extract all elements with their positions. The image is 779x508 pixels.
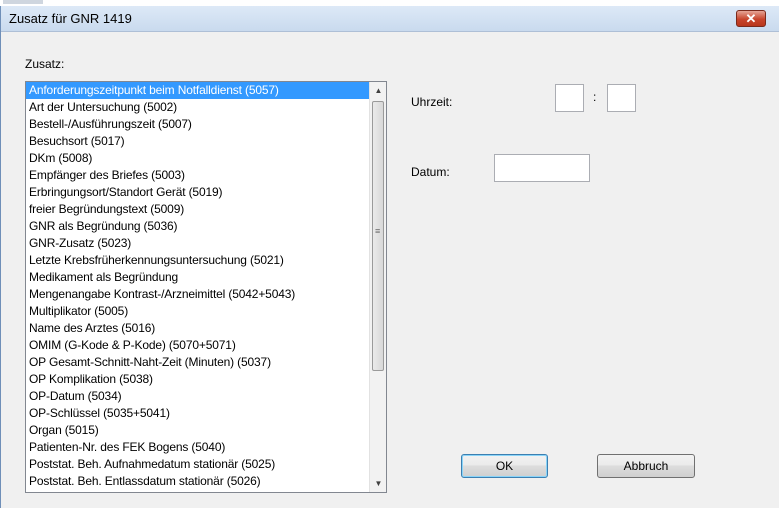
list-item[interactable]: Bestell-/Ausführungszeit (5007) [26, 116, 369, 133]
zusatz-label: Zusatz: [25, 57, 65, 71]
list-item[interactable]: OMIM (G-Kode & P-Kode) (5070+5071) [26, 337, 369, 354]
background-window-text [3, 0, 43, 4]
close-icon: ✕ [745, 11, 757, 26]
list-item[interactable]: Anforderungszeitpunkt beim Notfalldienst… [26, 82, 369, 99]
list-item[interactable]: DKm (5008) [26, 150, 369, 167]
zusatz-listbox[interactable]: Anforderungszeitpunkt beim Notfalldienst… [25, 81, 387, 493]
datum-label: Datum: [411, 165, 450, 179]
datum-input[interactable] [494, 154, 590, 182]
list-item[interactable]: Letzte Krebsfrüherkennungsuntersuchung (… [26, 252, 369, 269]
vertical-scrollbar[interactable]: ▲ ≡ ▼ [369, 82, 386, 492]
zusatz-dialog: Zusatz für GNR 1419 ✕ Zusatz: Anforderun… [0, 6, 779, 508]
dialog-title: Zusatz für GNR 1419 [9, 11, 132, 26]
close-button[interactable]: ✕ [736, 10, 766, 27]
uhrzeit-minutes-input[interactable] [607, 84, 636, 112]
list-item[interactable]: Multiplikator (5005) [26, 303, 369, 320]
list-item[interactable]: OP-Datum (5034) [26, 388, 369, 405]
scrollbar-thumb[interactable]: ≡ [372, 101, 384, 371]
list-item[interactable]: Organ (5015) [26, 422, 369, 439]
list-item[interactable]: Poststat. Beh. Aufnahmedatum stationär (… [26, 456, 369, 473]
list-item[interactable]: Empfänger des Briefes (5003) [26, 167, 369, 184]
list-item[interactable]: GNR als Begründung (5036) [26, 218, 369, 235]
ok-button[interactable]: OK [461, 454, 548, 478]
list-item[interactable]: OP-Schlüssel (5035+5041) [26, 405, 369, 422]
list-item[interactable]: OP Komplikation (5038) [26, 371, 369, 388]
scroll-down-arrow-icon[interactable]: ▼ [370, 475, 386, 492]
list-item[interactable]: freier Begründungstext (5009) [26, 201, 369, 218]
list-item[interactable]: GNR-Zusatz (5023) [26, 235, 369, 252]
scroll-up-arrow-icon[interactable]: ▲ [370, 82, 386, 99]
list-item[interactable]: OP Gesamt-Schnitt-Naht-Zeit (Minuten) (5… [26, 354, 369, 371]
list-item[interactable]: Poststat. Beh. Entlassdatum stationär (5… [26, 473, 369, 490]
uhrzeit-hours-input[interactable] [555, 84, 584, 112]
list-item[interactable]: Erbringungsort/Standort Gerät (5019) [26, 184, 369, 201]
list-item[interactable]: Name des Arztes (5016) [26, 320, 369, 337]
list-item[interactable]: Patienten-Nr. des FEK Bogens (5040) [26, 439, 369, 456]
list-item[interactable]: Mengenangabe Kontrast-/Arzneimittel (504… [26, 286, 369, 303]
title-bar[interactable]: Zusatz für GNR 1419 ✕ [1, 6, 779, 32]
abbruch-button[interactable]: Abbruch [597, 454, 695, 478]
time-separator: : [593, 90, 597, 104]
uhrzeit-label: Uhrzeit: [411, 95, 453, 109]
grip-icon: ≡ [375, 226, 381, 236]
list-item[interactable]: Medikament als Begründung [26, 269, 369, 286]
zusatz-list-items: Anforderungszeitpunkt beim Notfalldienst… [26, 82, 369, 490]
list-item[interactable]: Besuchsort (5017) [26, 133, 369, 150]
list-item[interactable]: Art der Untersuchung (5002) [26, 99, 369, 116]
